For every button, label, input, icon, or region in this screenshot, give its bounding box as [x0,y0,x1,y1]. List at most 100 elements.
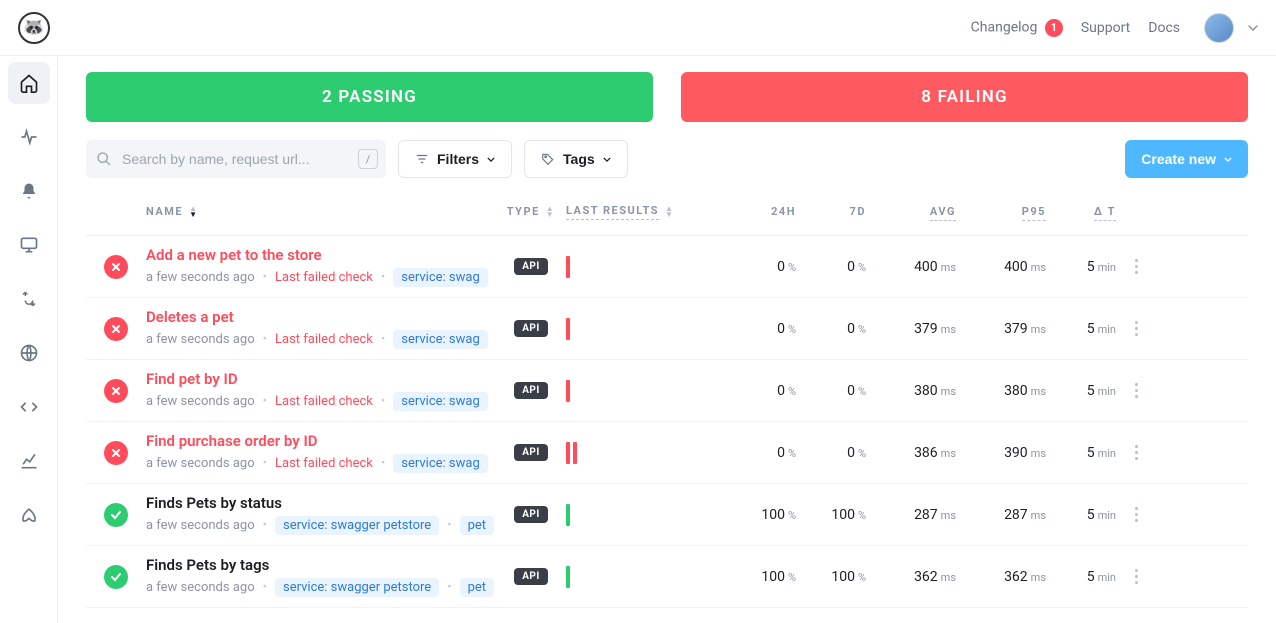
column-dt[interactable]: Δ T [1094,205,1116,218]
cell-p95: 380ms [1004,383,1046,399]
cell-24h: 0% [777,445,796,461]
row-menu-icon[interactable] [1135,383,1138,398]
cell-7d: 0% [847,445,866,461]
type-badge: API [514,258,548,275]
cell-dt: 5min [1087,259,1116,275]
cell-avg: 386ms [914,445,956,461]
last-failed-link[interactable]: Last failed check [275,332,373,347]
tag-pill[interactable]: service: swagger petstore [275,578,439,597]
tag-pill[interactable]: service: swag [393,268,488,287]
create-new-button[interactable]: Create new [1125,140,1248,178]
status-pass-icon [104,503,128,527]
status-fail-icon [104,441,128,465]
tag-pill[interactable]: pet [460,578,494,597]
tag-pill[interactable]: service: swag [393,392,488,411]
cell-24h: 0% [777,321,796,337]
check-name[interactable]: Find pet by ID [146,370,496,388]
cell-24h: 0% [777,259,796,275]
tag-pill[interactable]: service: swag [393,330,488,349]
user-menu-caret-icon[interactable] [1248,25,1258,31]
cell-p95: 379ms [1004,321,1046,337]
row-menu-icon[interactable] [1135,569,1138,584]
table-row[interactable]: Add a new pet to the storea few seconds … [86,236,1248,298]
column-type[interactable]: TYPE ▲▼ [507,205,555,218]
column-name[interactable]: NAME ▲▼ [146,205,496,218]
sidebar-wrench-icon[interactable] [8,278,50,320]
cell-24h: 100% [761,507,796,523]
status-fail-icon [104,255,128,279]
column-7d[interactable]: 7D [850,205,866,218]
sort-icon: ▲▼ [189,206,198,218]
column-avg[interactable]: AVG [930,205,956,218]
sidebar-code-icon[interactable] [8,386,50,428]
row-menu-icon[interactable] [1135,259,1138,274]
sidebar [0,0,58,623]
column-24h[interactable]: 24H [771,205,796,218]
sort-icon: ▲▼ [665,206,674,218]
column-last-results[interactable]: LAST RESULTS ▲▼ [566,204,726,220]
results-bars [566,315,726,343]
name-cell: Finds Pets by tagsa few seconds ago•serv… [146,556,496,597]
table-row[interactable]: Deletes a peta few seconds ago•Last fail… [86,298,1248,360]
result-bar-pass [566,566,570,588]
cell-p95: 362ms [1004,569,1046,585]
check-name[interactable]: Add a new pet to the store [146,246,496,264]
last-failed-link[interactable]: Last failed check [275,456,373,471]
table-row[interactable]: Find purchase order by ID a few seconds a… [86,422,1248,484]
sidebar-home-icon[interactable] [8,62,50,104]
changelog-link[interactable]: Changelog 1 [971,19,1063,37]
name-cell: Find purchase order by ID a few seconds a… [146,432,496,473]
check-time: a few seconds ago [146,332,255,347]
tag-pill[interactable]: service: swag [393,454,488,473]
results-bars [566,439,726,467]
result-bar-fail [566,380,570,402]
table-row[interactable]: Finds Pets by statusa few seconds ago•se… [86,484,1248,546]
check-time: a few seconds ago [146,394,255,409]
cell-24h: 0% [777,383,796,399]
sidebar-globe-icon[interactable] [8,332,50,374]
last-failed-link[interactable]: Last failed check [275,394,373,409]
filter-icon [415,152,429,166]
docs-link[interactable]: Docs [1148,20,1180,36]
results-bars [566,377,726,405]
type-badge: API [514,444,548,461]
sidebar-chart-icon[interactable] [8,440,50,482]
avatar[interactable] [1204,13,1234,43]
sidebar-bell-icon[interactable] [8,170,50,212]
tag-pill[interactable]: pet [460,516,494,535]
toolbar: / Filters Tags Create new [86,140,1248,178]
cell-dt: 5min [1087,569,1116,585]
cell-7d: 100% [831,507,866,523]
tags-button[interactable]: Tags [524,140,628,178]
table-row[interactable]: Find pet by ID a few seconds ago•Last fai… [86,360,1248,422]
tag-pill[interactable]: service: swagger petstore [275,516,439,535]
last-failed-link[interactable]: Last failed check [275,270,373,285]
result-bar-pass [566,504,570,526]
passing-tile[interactable]: 2 PASSING [86,72,653,122]
row-menu-icon[interactable] [1135,321,1138,336]
check-time: a few seconds ago [146,456,255,471]
failing-tile[interactable]: 8 FAILING [681,72,1248,122]
check-name[interactable]: Find purchase order by ID [146,432,496,450]
filters-button[interactable]: Filters [398,140,512,178]
result-bar-fail [566,318,570,340]
search-input[interactable] [86,140,386,178]
tag-icon [541,152,555,166]
cell-avg: 400ms [914,259,956,275]
support-link[interactable]: Support [1081,20,1130,36]
sidebar-monitor-icon[interactable] [8,224,50,266]
sidebar-pulse-icon[interactable] [8,116,50,158]
check-name[interactable]: Finds Pets by tags [146,556,496,574]
check-name[interactable]: Finds Pets by status [146,494,496,512]
row-menu-icon[interactable] [1135,445,1138,460]
sidebar-rocket-icon[interactable] [8,494,50,536]
logo-icon[interactable]: 🦝 [18,12,50,44]
chevron-down-icon [1224,157,1232,162]
failing-label: 8 FAILING [921,87,1008,107]
meta-line: a few seconds ago•Last failed check•serv… [146,392,496,411]
row-menu-icon[interactable] [1135,507,1138,522]
check-name[interactable]: Deletes a pet [146,308,496,326]
column-p95[interactable]: P95 [1022,205,1046,218]
cell-dt: 5min [1087,383,1116,399]
table-row[interactable]: Finds Pets by tagsa few seconds ago•serv… [86,546,1248,608]
